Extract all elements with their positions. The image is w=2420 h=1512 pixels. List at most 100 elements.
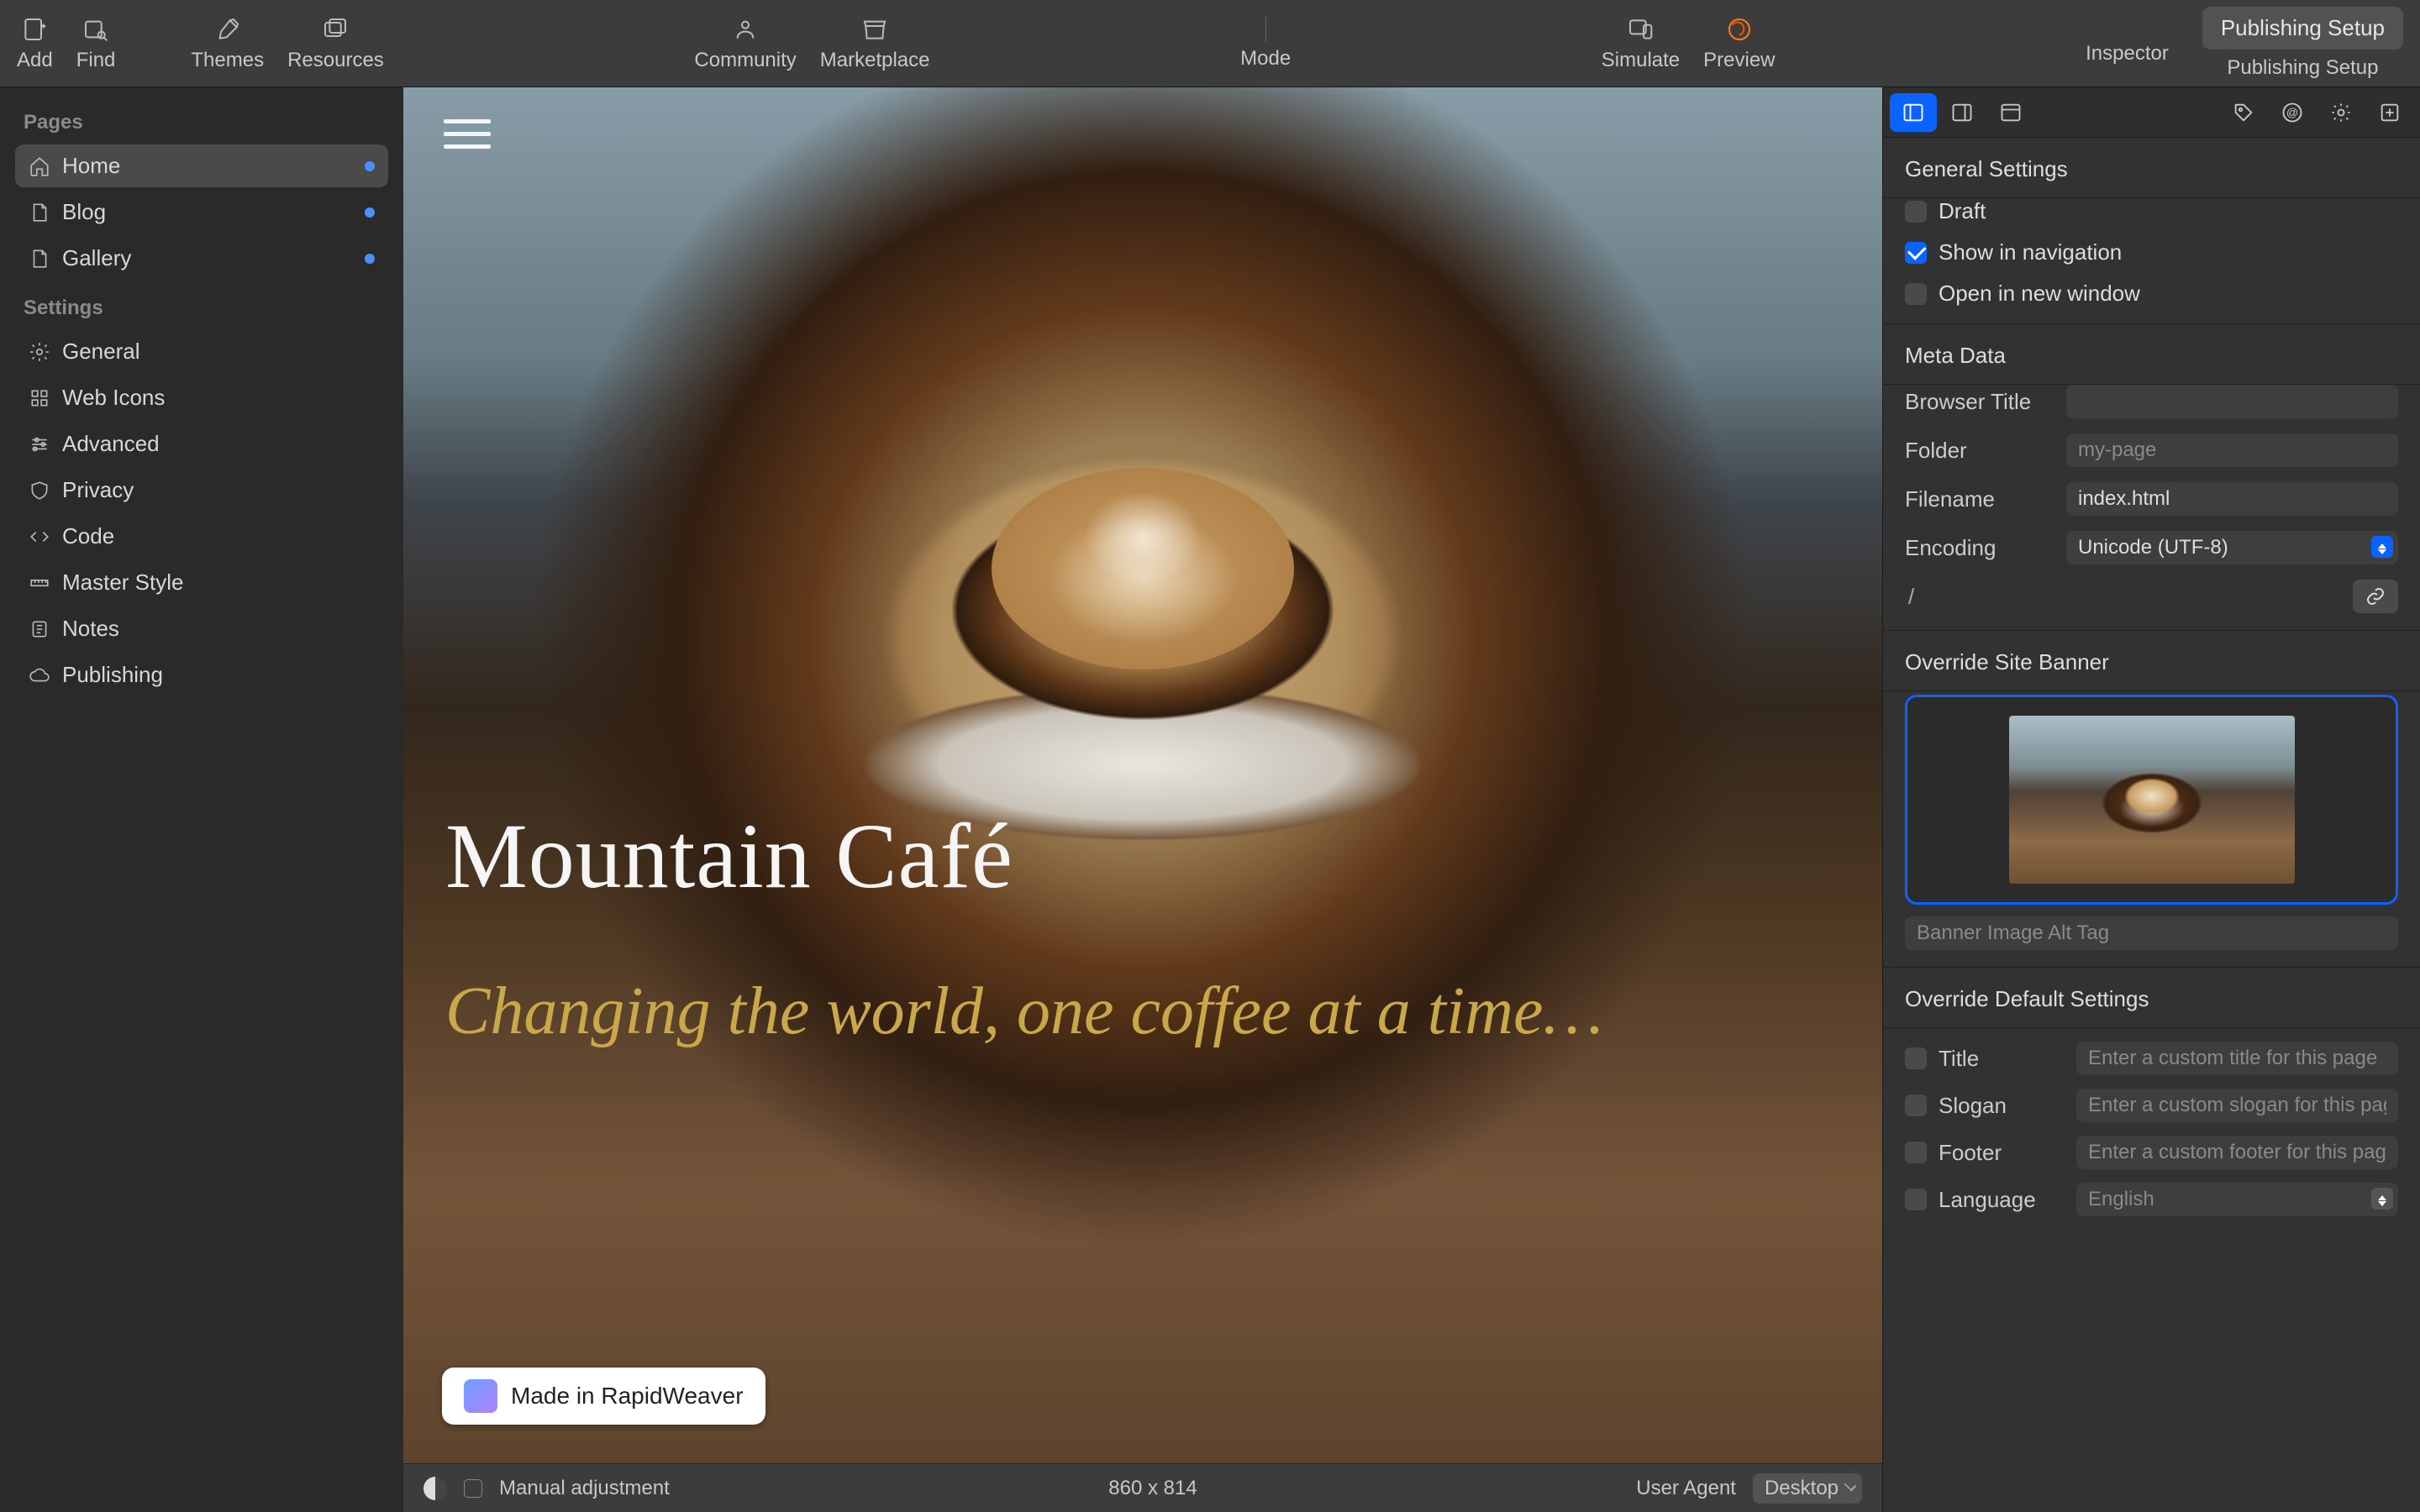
draft-checkbox[interactable]: [1905, 201, 1927, 223]
override-banner-header: Override Site Banner: [1883, 631, 2420, 690]
sidebar-settings-masterstyle[interactable]: Master Style: [15, 561, 388, 604]
unsaved-dot: [365, 161, 375, 171]
folder-input[interactable]: [2066, 433, 2398, 467]
tab-seo[interactable]: @: [2269, 93, 2316, 132]
tab-page-general[interactable]: [1890, 93, 1937, 132]
sidebar-settings-webicons[interactable]: Web Icons: [15, 376, 388, 419]
select-caret-icon: [2371, 1188, 2393, 1210]
draft-row[interactable]: Draft: [1905, 198, 2398, 224]
add-label: Add: [17, 49, 53, 72]
page-label: Blog: [62, 199, 106, 225]
user-agent-select[interactable]: Desktop: [1753, 1473, 1862, 1504]
resources-button[interactable]: Resources: [287, 15, 384, 72]
open-new-window-row[interactable]: Open in new window: [1905, 281, 2398, 307]
cloud-icon: [29, 664, 50, 686]
add-button[interactable]: Add: [17, 15, 53, 72]
page-label: Gallery: [62, 245, 131, 271]
general-settings-header: General Settings: [1883, 138, 2420, 197]
browser-title-input[interactable]: [2066, 385, 2398, 418]
open-new-window-label: Open in new window: [1939, 281, 2140, 307]
sidebar-settings-code[interactable]: Code: [15, 515, 388, 558]
banner-alt-input[interactable]: [1905, 916, 2398, 950]
contrast-toggle-icon[interactable]: [424, 1477, 447, 1500]
gear-icon: [29, 341, 50, 363]
sidebar-settings-general[interactable]: General: [15, 330, 388, 373]
override-title-label: Title: [1939, 1046, 2065, 1072]
override-title-checkbox[interactable]: [1905, 1047, 1927, 1069]
hamburger-menu-icon[interactable]: [444, 119, 491, 156]
override-language-checkbox[interactable]: [1905, 1189, 1927, 1210]
marketplace-button[interactable]: Marketplace: [820, 15, 930, 72]
banner-image-well[interactable]: [1905, 695, 2398, 905]
page-preview[interactable]: Mountain Café Changing the world, one co…: [403, 87, 1882, 1463]
publishing-setup-button[interactable]: Publishing Setup: [2202, 7, 2403, 50]
tab-page-sidebar[interactable]: [1939, 93, 1986, 132]
sliders-icon: [29, 433, 50, 455]
unsaved-dot: [365, 254, 375, 264]
find-button[interactable]: Find: [76, 15, 116, 72]
filename-label: Filename: [1905, 486, 2053, 512]
show-in-nav-checkbox[interactable]: [1905, 242, 1927, 264]
manual-adjustment-checkbox[interactable]: [464, 1479, 482, 1498]
override-language-select[interactable]: English: [2076, 1183, 2398, 1216]
community-button[interactable]: Community: [694, 15, 796, 72]
tab-settings[interactable]: [2317, 93, 2365, 132]
images-icon: [322, 15, 349, 44]
hero-title: Mountain Café: [445, 803, 1013, 910]
publishing-setup-toolbar-item: Publishing Setup Publishing Setup: [2202, 7, 2403, 80]
override-slogan-input[interactable]: [2076, 1089, 2398, 1122]
file-icon: [29, 202, 50, 223]
settings-label: Privacy: [62, 477, 134, 503]
grid-icon: [29, 387, 50, 409]
inspector-label: Inspector: [2086, 42, 2169, 66]
sidebar-settings-publishing[interactable]: Publishing: [15, 654, 388, 696]
preview-label: Preview: [1703, 49, 1775, 72]
rapidweaver-icon: [464, 1379, 497, 1413]
sidebar-page-gallery[interactable]: Gallery: [15, 237, 388, 280]
sidebar-settings-notes[interactable]: Notes: [15, 607, 388, 650]
settings-label: General: [62, 339, 140, 365]
filename-input[interactable]: [2066, 482, 2398, 516]
tab-meta-tags[interactable]: [2220, 93, 2267, 132]
encoding-select[interactable]: Unicode (UTF-8): [2066, 531, 2398, 564]
override-title-input[interactable]: [2076, 1042, 2398, 1075]
note-icon: [29, 618, 50, 640]
made-in-badge[interactable]: Made in RapidWeaver: [442, 1368, 765, 1425]
encoding-value: Unicode (UTF-8): [2078, 536, 2228, 559]
marketplace-label: Marketplace: [820, 49, 930, 72]
user-agent-value: Desktop: [1765, 1477, 1839, 1499]
settings-label: Code: [62, 523, 114, 549]
canvas-dimensions: 860 x 814: [1108, 1477, 1197, 1500]
themes-button[interactable]: Themes: [191, 15, 264, 72]
open-new-window-checkbox[interactable]: [1905, 283, 1927, 305]
top-toolbar: Add Find Themes Resources Community: [0, 0, 2420, 87]
canvas-statusbar: Manual adjustment 860 x 814 User Agent D…: [403, 1463, 1882, 1512]
override-footer-checkbox[interactable]: [1905, 1142, 1927, 1163]
page-path: /: [1905, 584, 2344, 610]
simulate-button[interactable]: Simulate: [1602, 15, 1680, 72]
override-slogan-checkbox[interactable]: [1905, 1095, 1927, 1116]
preview-button[interactable]: Preview: [1703, 15, 1775, 72]
badge-label: Made in RapidWeaver: [511, 1383, 744, 1410]
sidebar-settings-privacy[interactable]: Privacy: [15, 469, 388, 512]
sidebar-page-blog[interactable]: Blog: [15, 191, 388, 234]
tab-page-header[interactable]: [1987, 93, 2034, 132]
inspector-tabbar: @: [1883, 87, 2420, 138]
sidebar-page-home[interactable]: Home: [15, 144, 388, 187]
encoding-label: Encoding: [1905, 535, 2053, 561]
tab-export[interactable]: [2366, 93, 2413, 132]
firefox-icon: [1726, 15, 1753, 44]
latte-art: [992, 468, 1294, 669]
browser-title-label: Browser Title: [1905, 389, 2053, 415]
brush-icon: [214, 15, 241, 44]
sidebar-settings-advanced[interactable]: Advanced: [15, 423, 388, 465]
settings-header: Settings: [15, 283, 388, 327]
copy-link-button[interactable]: [2353, 580, 2398, 613]
code-icon: [29, 526, 50, 548]
override-footer-input[interactable]: [2076, 1136, 2398, 1169]
draft-label: Draft: [1939, 198, 1986, 224]
devices-icon: [1627, 15, 1654, 44]
hero-background: [403, 87, 1882, 1463]
show-in-nav-row[interactable]: Show in navigation: [1905, 239, 2398, 265]
file-icon: [29, 248, 50, 270]
